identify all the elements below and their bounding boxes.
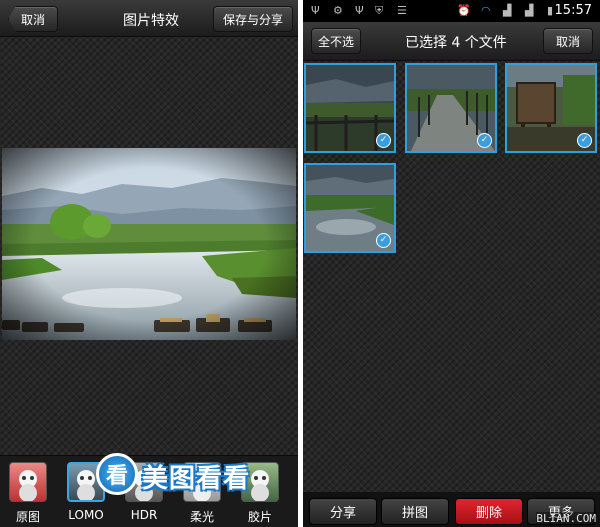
logo-badge: 看	[96, 453, 138, 495]
usb-icon: Ψ	[355, 4, 364, 17]
status-bar: Ψ ⚙ Ψ ⛨ ☰ ⏰ ◠ ▟ ▟ ▮ 15:57	[303, 0, 600, 22]
save-share-button[interactable]: 保存与分享	[213, 6, 293, 32]
edited-photo	[2, 148, 296, 340]
cancel-button[interactable]: 取消	[543, 28, 593, 54]
effect-label: 原图	[15, 510, 40, 524]
android-debug-icon: ⚙	[333, 4, 343, 17]
photo-thumbnail[interactable]: ✓	[304, 163, 396, 253]
check-icon: ✓	[477, 133, 492, 148]
wifi-icon: ◠	[481, 4, 491, 17]
effect-label: 胶片	[247, 510, 272, 524]
effect-label: LOMO	[68, 508, 104, 522]
effects-screen: 取消 图片特效 保存与分享 原图 LOMO HDR 柔光 胶片 看 美图看看	[0, 0, 298, 527]
share-button[interactable]: 分享	[309, 498, 377, 525]
signal-3g-icon: ▟	[525, 4, 534, 17]
meitu-logo-watermark: 看 美图看看	[96, 450, 296, 500]
photo-thumbnail[interactable]: ✓	[405, 63, 497, 153]
effect-thumbnail	[9, 462, 47, 502]
effects-topbar: 取消 图片特效 保存与分享	[0, 0, 298, 37]
selection-title: 已选择 4 个文件	[405, 35, 507, 51]
check-icon: ✓	[376, 233, 391, 248]
signal-icon: ▟	[503, 4, 512, 17]
check-icon: ✓	[376, 133, 391, 148]
photo-thumbnail[interactable]: ✓	[505, 63, 597, 153]
gallery-select-screen: Ψ ⚙ Ψ ⛨ ☰ ⏰ ◠ ▟ ▟ ▮ 15:57 全不选 已选择 4 个文件 …	[303, 0, 600, 527]
cancel-button[interactable]: 取消	[8, 6, 58, 32]
photo-thumbnail[interactable]: ✓	[304, 63, 396, 153]
effect-label: HDR	[130, 508, 158, 522]
logo-text: 美图看看	[142, 464, 251, 494]
effect-label: 柔光	[189, 510, 214, 524]
battery-icon: ▮	[547, 4, 554, 17]
selection-topbar: 全不选 已选择 4 个文件 取消	[303, 22, 600, 61]
alarm-icon: ⏰	[457, 4, 471, 17]
collage-button[interactable]: 拼图	[381, 498, 449, 525]
delete-button[interactable]: 删除	[455, 498, 523, 525]
site-watermark: BLIAN.COM	[536, 512, 596, 525]
status-clock: 15:57	[554, 3, 592, 18]
storage-icon: ☰	[397, 4, 407, 17]
page-title: 图片特效	[123, 13, 179, 29]
shield-icon: ⛨	[375, 4, 384, 17]
check-icon: ✓	[577, 133, 592, 148]
effect-original[interactable]: 原图	[6, 462, 50, 525]
usb-icon: Ψ	[311, 4, 320, 17]
action-bar: 分享 拼图 删除 更多 BLIAN.COM	[303, 492, 600, 527]
deselect-all-button[interactable]: 全不选	[311, 28, 361, 54]
